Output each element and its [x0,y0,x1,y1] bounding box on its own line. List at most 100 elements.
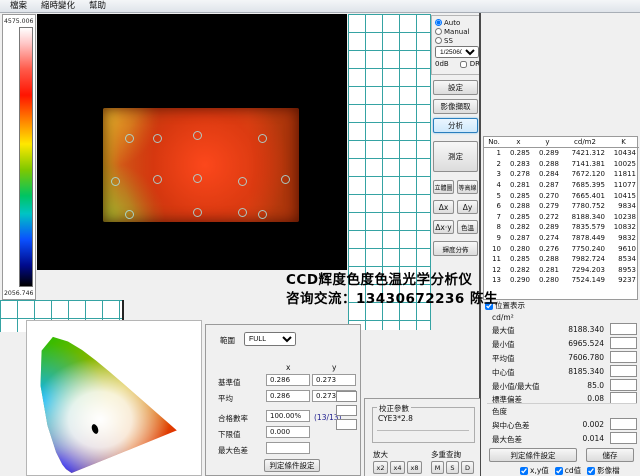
cd-checkbox[interactable] [555,467,563,475]
radio-auto-input[interactable] [435,19,442,26]
image-capture-button[interactable]: 影像擷取 [433,99,478,114]
measurement-marker[interactable] [258,134,267,143]
stat-max: 最大值 8188.340 [492,324,638,336]
judge-condition-button[interactable]: 判定條件設定 [489,448,577,462]
color-scale-bar[interactable] [19,27,33,287]
max-color-diff-field[interactable] [266,442,310,454]
reference-x-field[interactable]: 0.286 [266,374,310,386]
measurement-marker[interactable] [193,131,202,140]
measurement-marker[interactable] [125,210,134,219]
delta-x-button[interactable]: Δx [433,200,454,214]
check-cd[interactable]: cd值 [555,465,581,476]
cell: 0.285 [504,190,533,201]
measurement-marker[interactable] [193,174,202,183]
stat-color-box[interactable] [610,323,637,335]
stat-color-box[interactable] [610,351,637,363]
table-row[interactable]: 70.2850.2728188.34010238 [484,212,639,223]
results-table[interactable]: No. x y cd/m2 K 10.2850.2897421.31210434… [483,136,638,300]
measurement-marker[interactable] [111,177,120,186]
average-x-field[interactable]: 0.286 [266,390,310,402]
zoom-x8-button[interactable]: x8 [407,461,422,474]
radio-manual[interactable]: Manual [435,27,478,36]
cie-diagram-panel[interactable] [26,320,202,476]
table-row[interactable]: 110.2850.2887982.7248534 [484,254,639,265]
delta-xy-button[interactable]: Δx·y [433,220,454,234]
xy-checkbox[interactable] [520,467,528,475]
zoom-x4-button[interactable]: x4 [390,461,405,474]
table-row[interactable]: 130.2900.2807524.1499237 [484,275,639,286]
table-row[interactable]: 120.2820.2817294.2038953 [484,265,639,276]
measurement-marker[interactable] [238,208,247,217]
check-image[interactable]: 影像檔 [587,465,620,476]
multi-m-button[interactable]: M [431,461,444,474]
stat-value: 0.08 [552,394,604,403]
measurement-marker[interactable] [258,210,267,219]
calibration-panel: 校正參數 CYE3*2.8 放大 x2 x4 x8 多重查詢 M S D [364,398,480,476]
cell: 0.284 [533,169,562,180]
check-xy[interactable]: x,y值 [520,465,549,476]
stat-color-box[interactable] [610,365,637,377]
table-row[interactable]: 60.2880.2797780.7529834 [484,201,639,212]
measurement-marker[interactable] [153,175,162,184]
cell: 7750.240 [562,243,608,254]
indicator-box[interactable] [336,405,357,416]
table-row[interactable]: 10.2850.2897421.31210434 [484,148,639,159]
cie-horseshoe [27,321,201,475]
table-row[interactable]: 20.2830.2887141.38110025 [484,159,639,170]
stat-center: 中心值 8185.340 [492,366,638,378]
table-row[interactable]: 80.2820.2897835.57910832 [484,222,639,233]
table-row[interactable]: 40.2810.2877685.39511077 [484,180,639,191]
radio-ss[interactable]: SS [435,36,478,45]
cell: 4 [484,180,504,191]
cct-button[interactable]: 色溫 [457,220,478,234]
radio-manual-input[interactable] [435,28,442,35]
dr-checkbox[interactable] [460,61,467,68]
save-button[interactable]: 儲存 [586,448,634,462]
multi-s-button[interactable]: S [446,461,459,474]
indicator-box[interactable] [336,391,357,402]
multi-d-button[interactable]: D [461,461,474,474]
measurement-marker[interactable] [125,134,134,143]
stat-color-box[interactable] [610,337,637,349]
false-color-image[interactable] [103,108,299,222]
menu-help[interactable]: 幫助 [83,0,112,12]
measurement-marker[interactable] [153,134,162,143]
measure-button[interactable]: 測定 [433,141,478,172]
menu-timelapse[interactable]: 縮時變化 [35,0,81,12]
stat-color-box[interactable] [610,432,637,444]
radio-auto[interactable]: Auto [435,18,478,27]
image-canvas[interactable] [37,14,347,270]
cell: 0.282 [504,265,533,276]
range-select[interactable]: FULL [244,332,296,346]
measurement-marker[interactable] [238,177,247,186]
menu-file[interactable]: 檔案 [4,0,33,12]
judge-condition-button2[interactable]: 判定條件設定 [264,459,320,472]
zoom-label: 放大 [373,449,388,460]
indicator-box[interactable] [336,419,357,430]
reference-y-field[interactable]: 0.273 [312,374,356,386]
shutter-select[interactable]: 1/25060 [435,46,479,58]
cell: 0.285 [504,148,533,159]
delta-y-button[interactable]: Δy [457,200,478,214]
stat-color-box[interactable] [610,379,637,391]
zoom-x2-button[interactable]: x2 [373,461,388,474]
radio-ss-input[interactable] [435,37,442,44]
lower-limit-field[interactable]: 0.000 [266,426,310,438]
pass-rate-field[interactable]: 100.00% [266,410,310,422]
luminance-distribution-button[interactable]: 輝度分佈 [433,241,478,256]
stat-value: 6965.524 [552,339,604,348]
image-checkbox[interactable] [587,467,595,475]
watermark-line1: CCD辉度色度色温光学分析仪 [286,271,498,290]
plot3d-button[interactable]: 立體圖 [433,180,454,194]
table-row[interactable]: 100.2800.2767750.2409610 [484,243,639,254]
contour-button[interactable]: 等高線 [457,180,478,194]
measurement-marker[interactable] [193,208,202,217]
table-row[interactable]: 50.2850.2707665.40110415 [484,190,639,201]
analyze-button[interactable]: 分析 [433,118,478,133]
table-row[interactable]: 90.2870.2747878.4499832 [484,233,639,244]
table-row[interactable]: 30.2780.2847672.12011811 [484,169,639,180]
measurement-marker[interactable] [281,175,290,184]
stat-color-box[interactable] [610,418,637,430]
settings-button[interactable]: 設定 [433,80,478,95]
cell: 7421.312 [562,148,608,159]
